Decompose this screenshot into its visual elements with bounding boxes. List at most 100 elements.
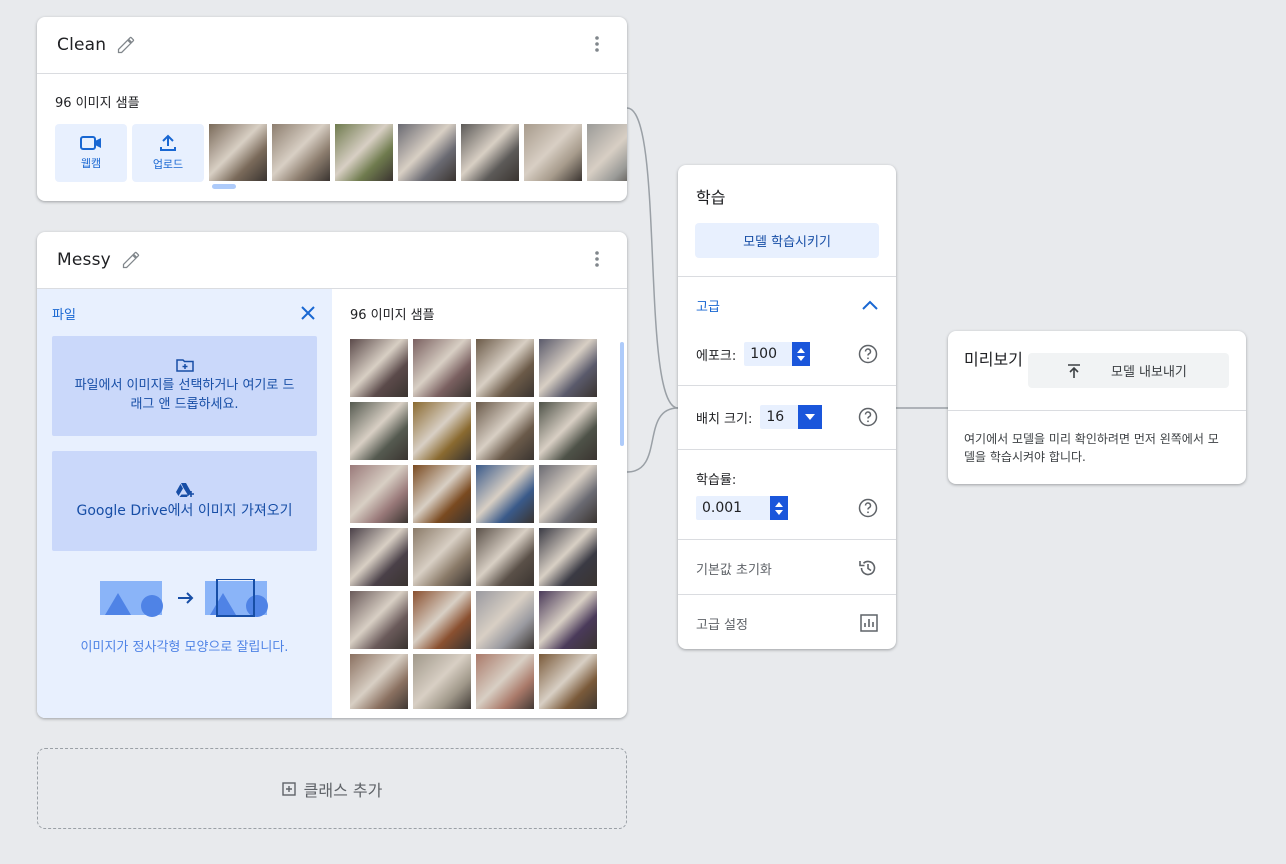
learning-rate-label: 학습률:	[696, 473, 737, 488]
arrow-up-icon	[775, 501, 783, 507]
sample-thumbnail[interactable]	[335, 124, 393, 181]
sample-thumbnail[interactable]	[413, 528, 471, 586]
advanced-toggle[interactable]: 고급	[678, 293, 896, 317]
sample-thumbnail[interactable]	[350, 339, 408, 397]
pencil-icon[interactable]	[116, 35, 136, 55]
webcam-button[interactable]: 웹캠	[55, 124, 127, 182]
sample-thumbnail[interactable]	[539, 402, 597, 460]
class-card-messy: Messy 파일 파일에서 이미지를 선택하거나 여기로 드래그 앤 드롭하세요…	[37, 232, 627, 718]
pencil-icon[interactable]	[121, 250, 141, 270]
export-model-label: 모델 내보내기	[1111, 365, 1187, 380]
sample-thumbnail[interactable]	[350, 528, 408, 586]
sample-thumbnail[interactable]	[524, 124, 582, 181]
sample-thumbnail[interactable]	[350, 591, 408, 649]
sample-thumbnail[interactable]	[539, 465, 597, 523]
class-name[interactable]: Clean	[57, 35, 106, 55]
google-drive-button[interactable]: Google Drive에서 이미지 가져오기	[52, 451, 317, 551]
sample-thumbnail[interactable]	[413, 402, 471, 460]
help-icon[interactable]	[858, 407, 878, 427]
learning-rate-row: 0.001	[678, 496, 896, 520]
sample-thumbnail[interactable]	[539, 591, 597, 649]
epochs-input[interactable]: 100	[744, 342, 811, 366]
more-options-icon[interactable]	[587, 250, 607, 270]
more-options-icon[interactable]	[587, 35, 607, 55]
file-panel-title: 파일	[52, 308, 76, 323]
dropdown-arrow-icon	[798, 405, 823, 429]
sample-thumbnail[interactable]	[350, 465, 408, 523]
sample-thumbnail[interactable]	[209, 124, 267, 181]
advanced-settings-row[interactable]: 고급 설정	[678, 611, 896, 635]
sample-thumbnail[interactable]	[587, 124, 627, 181]
learning-rate-value: 0.001	[702, 500, 743, 516]
class-header: Messy	[37, 232, 627, 289]
class-header: Clean	[37, 17, 627, 74]
add-class-button[interactable]: 클래스 추가	[37, 748, 627, 829]
preview-note: 여기에서 모델을 미리 확인하려면 먼저 왼쪽에서 모델을 학습시켜야 합니다.	[964, 432, 1219, 464]
file-drop-text: 파일에서 이미지를 선택하거나 여기로 드래그 앤 드롭하세요.	[74, 378, 295, 412]
file-drop-zone[interactable]: 파일에서 이미지를 선택하거나 여기로 드래그 앤 드롭하세요.	[52, 336, 317, 436]
history-icon[interactable]	[858, 558, 878, 578]
sample-thumbnail[interactable]	[476, 465, 534, 523]
crop-illustration-icon	[100, 579, 268, 617]
batch-size-value: 16	[766, 409, 785, 425]
google-drive-icon	[175, 482, 194, 497]
arrow-down-icon	[797, 355, 806, 361]
messy-thumbnail-grid	[350, 339, 600, 709]
sample-count: 96 이미지 샘플	[55, 96, 140, 111]
clean-thumbnails	[209, 124, 627, 182]
help-icon[interactable]	[858, 498, 878, 518]
train-model-button[interactable]: 모델 학습시키기	[695, 223, 879, 258]
batch-size-row: 배치 크기: 16	[678, 405, 896, 429]
sample-thumbnail[interactable]	[413, 654, 471, 709]
sample-thumbnail[interactable]	[461, 124, 519, 181]
preview-panel: 미리보기 모델 내보내기 여기에서 모델을 미리 확인하려면 먼저 왼쪽에서 모…	[948, 331, 1246, 484]
video-camera-icon	[80, 136, 101, 150]
sample-thumbnail[interactable]	[539, 654, 597, 709]
help-icon[interactable]	[858, 344, 878, 364]
sample-thumbnail[interactable]	[350, 654, 408, 709]
sample-thumbnail[interactable]	[539, 528, 597, 586]
sample-thumbnail[interactable]	[413, 339, 471, 397]
arrow-down-icon	[775, 509, 783, 515]
export-icon	[1068, 363, 1080, 378]
advanced-settings-label: 고급 설정	[696, 617, 748, 633]
add-class-label: 클래스 추가	[303, 780, 383, 800]
learning-rate-input[interactable]: 0.001	[696, 496, 788, 520]
batch-size-select[interactable]: 16	[760, 405, 823, 429]
sample-thumbnail[interactable]	[398, 124, 456, 181]
sample-count: 96 이미지 샘플	[350, 308, 435, 323]
epochs-value: 100	[750, 346, 777, 362]
close-icon[interactable]	[300, 305, 318, 323]
epochs-stepper[interactable]	[792, 342, 811, 366]
webcam-label: 웹캠	[80, 157, 102, 170]
grid-scrollbar[interactable]	[620, 342, 624, 446]
sample-strip: 웹캠 업로드	[55, 124, 627, 182]
upload-button[interactable]: 업로드	[132, 124, 204, 182]
advanced-label: 고급	[696, 299, 720, 315]
learning-rate-stepper[interactable]	[770, 496, 788, 520]
export-model-button[interactable]: 모델 내보내기	[1028, 353, 1229, 388]
reset-defaults-row[interactable]: 기본값 초기화	[678, 556, 896, 580]
sample-thumbnail[interactable]	[476, 402, 534, 460]
epochs-label: 에포크:	[696, 348, 737, 364]
upload-icon	[160, 134, 176, 151]
file-upload-panel: 파일 파일에서 이미지를 선택하거나 여기로 드래그 앤 드롭하세요. Goog…	[37, 289, 332, 718]
sample-thumbnail[interactable]	[350, 402, 408, 460]
add-box-icon	[281, 781, 296, 796]
class-name[interactable]: Messy	[57, 250, 111, 270]
sample-thumbnail[interactable]	[272, 124, 330, 181]
sample-thumbnail[interactable]	[539, 339, 597, 397]
bar-chart-icon[interactable]	[860, 614, 878, 632]
sample-thumbnail[interactable]	[413, 591, 471, 649]
scroll-indicator[interactable]	[212, 184, 236, 189]
sample-thumbnail[interactable]	[476, 591, 534, 649]
chevron-up-icon	[862, 300, 878, 310]
reset-defaults-label: 기본값 초기화	[696, 562, 772, 578]
arrow-up-icon	[797, 347, 806, 353]
sample-thumbnail[interactable]	[476, 654, 534, 709]
sample-thumbnail[interactable]	[476, 339, 534, 397]
sample-thumbnail[interactable]	[413, 465, 471, 523]
preview-title: 미리보기	[964, 350, 1023, 369]
sample-thumbnail[interactable]	[476, 528, 534, 586]
batch-size-label: 배치 크기:	[696, 411, 753, 427]
